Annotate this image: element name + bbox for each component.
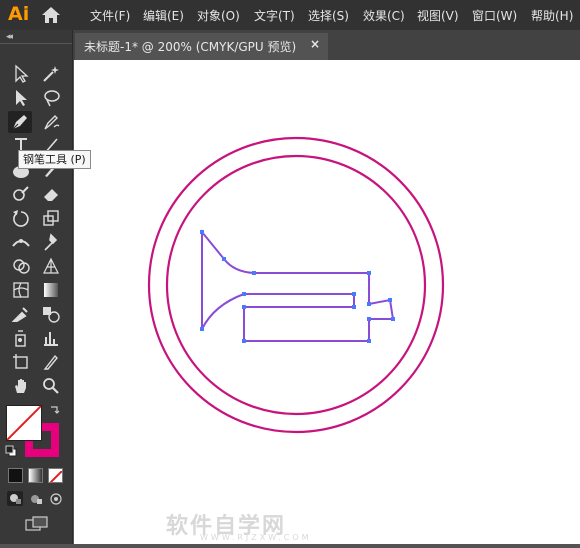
- magic-wand-tool[interactable]: [39, 63, 63, 85]
- app-logo: Ai: [8, 3, 30, 25]
- anchor-point: [388, 298, 392, 302]
- menu-effect[interactable]: 效果(C): [363, 7, 405, 24]
- menu-type[interactable]: 文字(T): [254, 7, 295, 24]
- menu-select[interactable]: 选择(S): [308, 7, 349, 24]
- anchor-point: [242, 339, 246, 343]
- document-tab-title: 未标题-1* @ 200% (CMYK/GPU 预览): [84, 40, 297, 54]
- close-icon[interactable]: ×: [310, 37, 320, 51]
- tooltip: 钢笔工具 (P): [18, 150, 91, 169]
- draw-inside-icon[interactable]: [49, 492, 63, 506]
- outer-circle: [147, 136, 445, 434]
- rotate-tool[interactable]: [9, 207, 33, 229]
- symbol-sprayer-tool[interactable]: [9, 327, 33, 349]
- shaper-tool[interactable]: [9, 183, 33, 205]
- collapse-icon[interactable]: ◂◂: [6, 32, 13, 42]
- gradient-button[interactable]: [28, 468, 43, 483]
- document-tab[interactable]: 未标题-1* @ 200% (CMYK/GPU 预览) ×: [75, 33, 328, 60]
- puppet-warp-tool[interactable]: [39, 231, 63, 253]
- slice-tool[interactable]: [39, 351, 63, 373]
- anchor-point: [391, 317, 395, 321]
- gradient-tool[interactable]: [39, 279, 63, 301]
- default-colors-icon[interactable]: [5, 445, 17, 457]
- none-button[interactable]: [48, 468, 63, 483]
- anchor-point: [222, 257, 226, 261]
- menu-object[interactable]: 对象(O): [197, 7, 240, 24]
- direct-selection-tool[interactable]: [9, 87, 33, 109]
- curvature-tool[interactable]: [39, 111, 63, 133]
- blend-tool[interactable]: [39, 303, 63, 325]
- screen-mode-icon[interactable]: [25, 516, 49, 532]
- anchor-point: [252, 271, 256, 275]
- eraser-tool[interactable]: [39, 183, 63, 205]
- none-slash-icon: [49, 470, 62, 482]
- fill-swatch[interactable]: [6, 405, 42, 441]
- anchor-point: [367, 317, 371, 321]
- color-button[interactable]: [8, 468, 23, 483]
- menu-edit[interactable]: 编辑(E): [143, 7, 184, 24]
- mesh-tool[interactable]: [9, 279, 33, 301]
- pen-tool[interactable]: [8, 111, 32, 133]
- anchor-point: [242, 305, 246, 309]
- hand-tool[interactable]: [9, 375, 33, 397]
- menu-file[interactable]: 文件(F): [90, 7, 130, 24]
- draw-behind-icon[interactable]: [29, 492, 43, 506]
- column-graph-tool[interactable]: [39, 327, 63, 349]
- artwork: [147, 136, 445, 434]
- artboard-tool[interactable]: [9, 351, 33, 373]
- anchor-point: [367, 339, 371, 343]
- zoom-tool[interactable]: [39, 375, 63, 397]
- draw-normal-icon: [10, 494, 21, 504]
- selection-tool[interactable]: [9, 63, 33, 85]
- shape-builder-tool[interactable]: [9, 255, 33, 277]
- width-tool[interactable]: [9, 231, 33, 253]
- anchor-point: [367, 302, 371, 306]
- menu-help[interactable]: 帮助(H): [531, 7, 573, 24]
- eyedropper-tool[interactable]: [9, 303, 33, 325]
- none-slash-icon: [7, 406, 41, 440]
- lasso-tool[interactable]: [39, 87, 63, 109]
- anchor-point: [200, 230, 204, 234]
- artboard-canvas[interactable]: [74, 60, 580, 544]
- draw-normal-button[interactable]: [7, 491, 23, 506]
- scale-tool[interactable]: [39, 207, 63, 229]
- anchor-point: [352, 305, 356, 309]
- anchor-point: [242, 292, 246, 296]
- bell-path: [201, 229, 395, 342]
- anchor-points: [200, 230, 395, 343]
- panel-grip[interactable]: [0, 43, 72, 48]
- home-icon[interactable]: [41, 6, 61, 24]
- anchor-point: [352, 292, 356, 296]
- watermark-url: WWW.RJZXW.COM: [200, 533, 312, 542]
- menu-window[interactable]: 窗口(W): [472, 7, 517, 24]
- menu-bar: Ai 文件(F) 编辑(E) 对象(O) 文字(T) 选择(S) 效果(C) 视…: [0, 0, 580, 30]
- perspective-grid-tool[interactable]: [39, 255, 63, 277]
- inner-circle: [165, 154, 427, 416]
- anchor-point: [200, 327, 204, 331]
- swap-arrows-icon[interactable]: [49, 404, 61, 416]
- anchor-point: [367, 271, 371, 275]
- menu-view[interactable]: 视图(V): [417, 7, 459, 24]
